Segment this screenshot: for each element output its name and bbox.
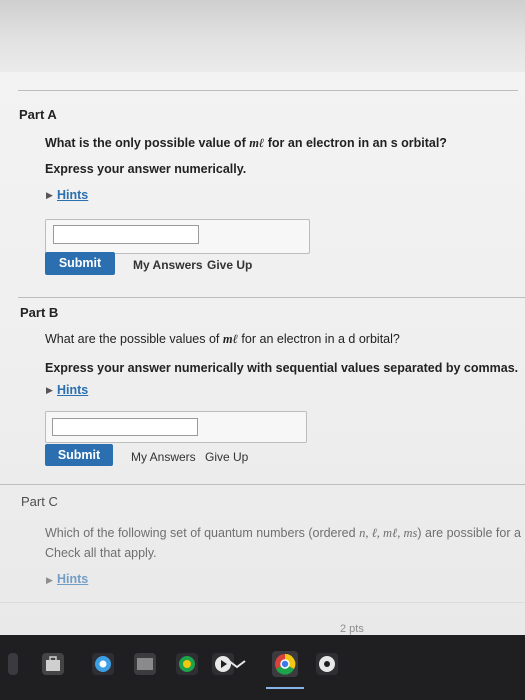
part-b-instruction: Express your answer numerically with seq…: [45, 361, 519, 375]
part-b-my-answers-button[interactable]: My Answers: [131, 450, 196, 464]
ml-symbol: mℓ: [249, 136, 265, 150]
settings-icon: [319, 656, 335, 672]
part-b-question: What are the possible values of mℓ for a…: [45, 332, 400, 347]
question-text-pre: What is the only possible value of: [45, 136, 250, 150]
chrome-icon[interactable]: [272, 651, 298, 677]
part-b-title: Part B: [20, 305, 59, 320]
firefox-icon[interactable]: [176, 653, 198, 675]
part-b-hints-link[interactable]: Hints: [57, 383, 88, 397]
chrome-icon[interactable]: [92, 653, 114, 675]
part-a-question: What is the only possible value of mℓ fo…: [45, 136, 447, 151]
part-a-instruction: Express your answer numerically.: [45, 162, 247, 176]
expand-arrow-icon: ▶: [46, 575, 53, 585]
part-a-my-answers-button[interactable]: My Answers: [133, 258, 203, 272]
store-icon[interactable]: [42, 653, 64, 675]
windows-start-icon[interactable]: [8, 653, 18, 675]
part-b-answer-input[interactable]: [52, 418, 198, 436]
divider: [18, 297, 525, 298]
mail-icon[interactable]: [226, 653, 248, 675]
part-c-title: Part C: [21, 494, 58, 509]
question-text-post: ) are possible for a: [417, 526, 521, 540]
question-text-pre: What are the possible values of: [45, 332, 223, 346]
chrome-icon: [95, 656, 111, 672]
divider: [18, 90, 518, 91]
part-b-submit-button[interactable]: Submit: [45, 444, 113, 466]
taskbar-active-indicator: [266, 687, 304, 689]
part-a-answer-input[interactable]: [53, 225, 199, 244]
store-icon: [46, 656, 60, 671]
quantum-numbers-symbols: n, ℓ, mℓ, ms: [359, 526, 418, 540]
part-a-give-up-button[interactable]: Give Up: [207, 258, 252, 272]
divider: [0, 484, 525, 485]
photos-icon: [137, 658, 153, 670]
ml-symbol: mℓ: [222, 332, 238, 346]
divider: [0, 602, 525, 603]
part-c-question: Which of the following set of quantum nu…: [45, 526, 521, 541]
question-text-pre: Which of the following set of quantum nu…: [45, 526, 360, 540]
question-text-post: for an electron in an s orbital?: [264, 136, 447, 150]
screen-bezel: [0, 0, 525, 72]
points-label: 2 pts: [340, 623, 364, 635]
firefox-icon: [179, 656, 195, 672]
part-c-instruction: Check all that apply.: [45, 546, 157, 560]
settings-icon[interactable]: [316, 653, 338, 675]
taskbar: [0, 635, 525, 700]
photos-icon[interactable]: [134, 653, 156, 675]
part-a-hints-link[interactable]: Hints: [57, 188, 88, 202]
question-text-post: for an electron in a d orbital?: [237, 332, 400, 346]
part-a-title: Part A: [19, 107, 57, 122]
expand-arrow-icon: ▶: [46, 385, 53, 395]
part-a-submit-button[interactable]: Submit: [45, 252, 115, 275]
part-c-hints-link[interactable]: Hints: [57, 572, 88, 586]
mail-icon: [228, 660, 246, 669]
part-b-give-up-button[interactable]: Give Up: [205, 450, 248, 464]
assignment-page: Part A What is the only possible value o…: [0, 72, 525, 635]
expand-arrow-icon: ▶: [46, 190, 53, 200]
chrome-icon: [275, 653, 296, 675]
